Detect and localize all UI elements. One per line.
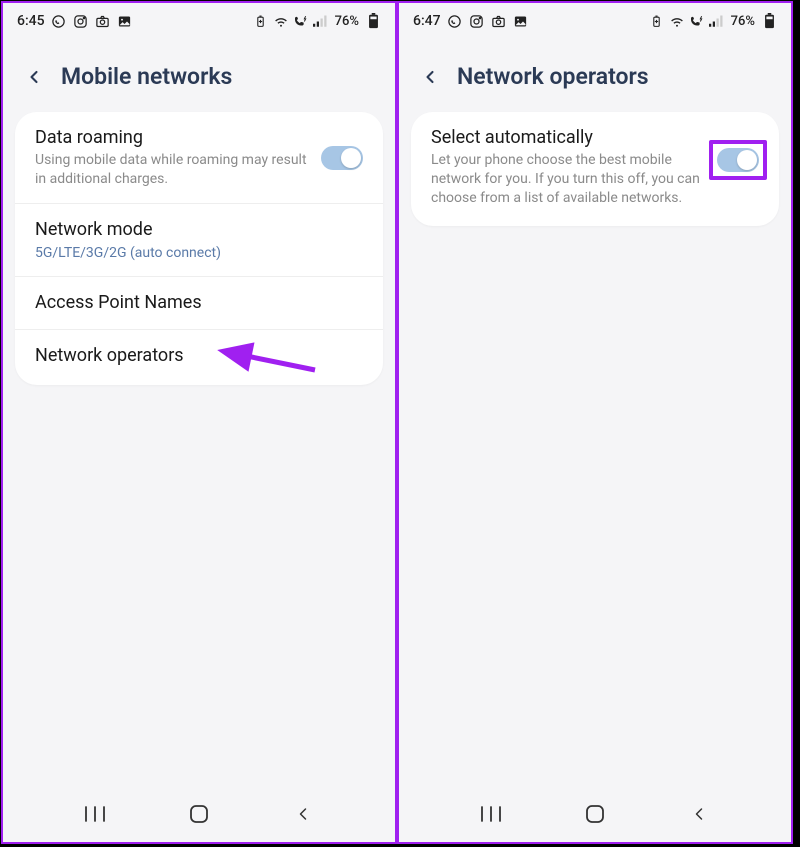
battery-saver-icon — [253, 13, 269, 29]
row-data-roaming[interactable]: Data roaming Using mobile data while roa… — [15, 112, 383, 204]
row-title: Access Point Names — [35, 291, 363, 314]
row-subtitle: 5G/LTE/3G/2G (auto connect) — [35, 244, 363, 263]
image-icon — [117, 13, 133, 29]
navigation-bar — [3, 792, 395, 842]
status-left: 6:45 — [17, 13, 133, 29]
battery-percent: 76% — [335, 14, 359, 29]
back-button[interactable] — [21, 64, 47, 90]
row-subtitle: Using mobile data while roaming may resu… — [35, 151, 311, 189]
nav-recents-button[interactable] — [471, 799, 511, 829]
annotation-highlight-box — [709, 140, 767, 180]
nav-back-button[interactable] — [679, 799, 719, 829]
row-apn[interactable]: Access Point Names — [15, 277, 383, 329]
settings-card: Data roaming Using mobile data while roa… — [15, 112, 383, 385]
status-left: 6:47 — [413, 13, 529, 29]
signal-icon — [313, 13, 329, 29]
page-title: Mobile networks — [61, 63, 232, 90]
settings-card: Select automatically Let your phone choo… — [411, 112, 779, 226]
camera-icon — [95, 13, 111, 29]
navigation-bar — [399, 792, 791, 842]
battery-icon — [365, 13, 381, 29]
select-auto-toggle[interactable] — [717, 148, 759, 172]
row-network-mode[interactable]: Network mode 5G/LTE/3G/2G (auto connect) — [15, 204, 383, 277]
row-title: Network mode — [35, 218, 363, 241]
screenshot-right: 6:47 — [397, 1, 793, 844]
wifi-icon — [669, 13, 685, 29]
instagram-icon — [73, 13, 89, 29]
row-title: Network operators — [35, 344, 363, 367]
back-button[interactable] — [417, 64, 443, 90]
data-roaming-toggle[interactable] — [321, 146, 363, 170]
signal-icon — [709, 13, 725, 29]
battery-icon — [761, 13, 777, 29]
status-time: 6:47 — [413, 13, 441, 29]
row-network-operators[interactable]: Network operators — [15, 330, 383, 385]
battery-percent: 76% — [731, 14, 755, 29]
row-select-automatically[interactable]: Select automatically Let your phone choo… — [411, 112, 779, 226]
header: Network operators — [399, 35, 791, 112]
status-bar: 6:45 — [3, 3, 395, 35]
wifi-icon — [273, 13, 289, 29]
camera-icon — [491, 13, 507, 29]
page-title: Network operators — [457, 63, 649, 90]
image-icon — [513, 13, 529, 29]
whatsapp-icon — [51, 13, 67, 29]
nav-home-button[interactable] — [179, 799, 219, 829]
status-right: 76% — [649, 13, 777, 29]
screenshot-left: 6:45 — [1, 1, 397, 844]
status-right: 76% — [253, 13, 381, 29]
nav-recents-button[interactable] — [75, 799, 115, 829]
status-time: 6:45 — [17, 13, 45, 29]
row-title: Data roaming — [35, 126, 311, 149]
row-subtitle: Let your phone choose the best mobile ne… — [431, 151, 709, 208]
nav-home-button[interactable] — [575, 799, 615, 829]
volte-icon — [689, 13, 705, 29]
nav-back-button[interactable] — [283, 799, 323, 829]
battery-saver-icon — [649, 13, 665, 29]
instagram-icon — [469, 13, 485, 29]
header: Mobile networks — [3, 35, 395, 112]
volte-icon — [293, 13, 309, 29]
whatsapp-icon — [447, 13, 463, 29]
row-title: Select automatically — [431, 126, 709, 149]
status-bar: 6:47 — [399, 3, 791, 35]
